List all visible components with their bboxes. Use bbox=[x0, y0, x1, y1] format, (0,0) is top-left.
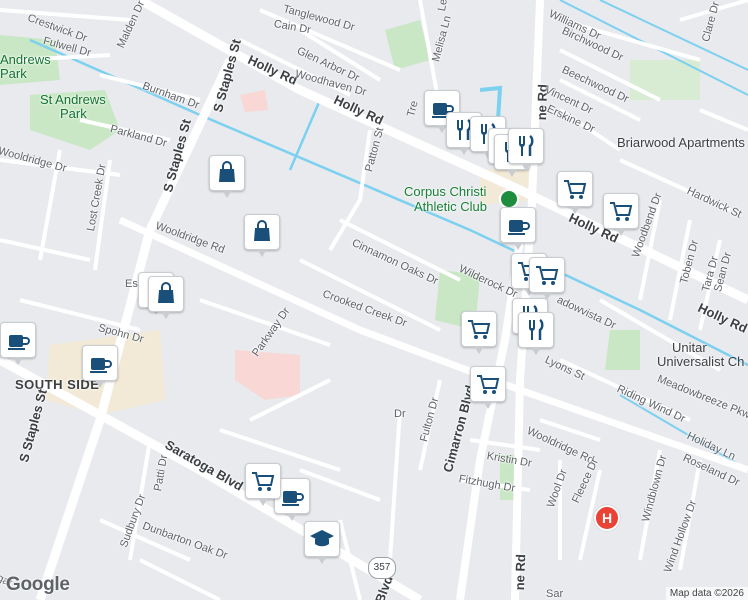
grocery-cart-marker[interactable] bbox=[461, 311, 497, 354]
highway-357-shield: 357 bbox=[368, 557, 396, 579]
street-label: Es bbox=[125, 278, 138, 290]
map-attribution[interactable]: Map data ©2026 bbox=[665, 587, 748, 600]
street-label: Sar bbox=[546, 588, 564, 600]
athletic-club-pin-icon[interactable] bbox=[499, 189, 519, 209]
map-canvas[interactable]: Andrews Park St Andrews Park SOUTH SIDE … bbox=[0, 0, 748, 600]
coffee-marker[interactable] bbox=[500, 207, 536, 250]
grocery-cart-marker[interactable] bbox=[603, 193, 639, 236]
park-area-east bbox=[605, 330, 640, 370]
coffee-marker[interactable] bbox=[0, 322, 36, 365]
map-base-layer bbox=[0, 0, 748, 600]
grocery-cart-marker[interactable] bbox=[529, 257, 565, 300]
place-label[interactable]: Unitar bbox=[672, 340, 707, 355]
restaurant-marker[interactable] bbox=[518, 312, 554, 355]
school-marker[interactable] bbox=[304, 521, 340, 564]
grocery-cart-marker[interactable] bbox=[470, 366, 506, 409]
park-label: Park bbox=[0, 66, 27, 81]
place-label[interactable]: Universalist Ch bbox=[657, 354, 744, 369]
place-label[interactable]: Briarwood Apartments bbox=[617, 135, 745, 150]
coffee-marker[interactable] bbox=[82, 345, 118, 388]
street-label: Dr bbox=[394, 408, 406, 420]
shopping-bag-marker[interactable] bbox=[244, 214, 280, 257]
place-label[interactable]: Corpus Christi bbox=[404, 184, 486, 199]
restaurant-marker[interactable] bbox=[508, 128, 544, 171]
park-label: St Andrews bbox=[40, 92, 106, 107]
medical-area bbox=[235, 350, 300, 400]
park-label: Andrews bbox=[0, 52, 51, 67]
street-label: ne Rd bbox=[512, 553, 529, 591]
medical-area-small bbox=[240, 90, 268, 112]
grocery-cart-marker[interactable] bbox=[557, 171, 593, 214]
shopping-bag-marker[interactable] bbox=[148, 276, 184, 319]
hospital-icon[interactable]: H bbox=[594, 505, 620, 531]
place-label[interactable]: Athletic Club bbox=[414, 199, 487, 214]
park-label: Park bbox=[60, 106, 87, 121]
shopping-bag-marker[interactable] bbox=[209, 155, 245, 198]
grocery-cart-marker[interactable] bbox=[245, 463, 281, 506]
google-logo: Google bbox=[6, 574, 70, 595]
